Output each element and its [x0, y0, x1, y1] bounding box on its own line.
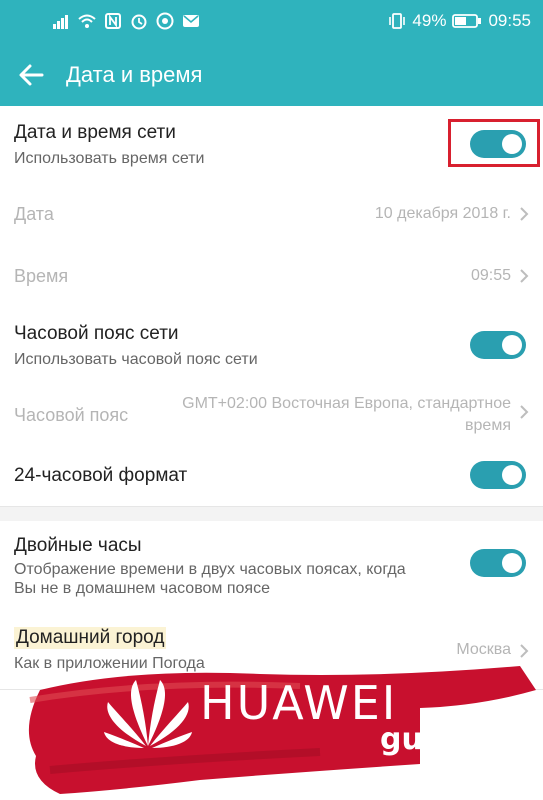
setting-title: Дата и время сети [14, 122, 176, 143]
setting-title: 24-часовой формат [14, 465, 188, 486]
status-right-icons: 49% 09:55 [388, 11, 531, 31]
time-value: 09:55 [470, 267, 511, 284]
toggle-knob [502, 553, 522, 573]
signal-icon [53, 15, 68, 29]
status-left-icons [52, 12, 200, 30]
battery-icon [452, 14, 482, 28]
setting-dual-clock[interactable]: Двойные часы Отображение времени в двух … [0, 521, 543, 614]
highlight-box [448, 119, 540, 167]
shield-icon [156, 12, 174, 30]
timezone-value-line2: время [465, 417, 511, 434]
setting-24h-format[interactable]: 24-часовой формат [0, 444, 543, 507]
app-bar: Дата и время [0, 44, 543, 106]
chevron-right-icon [520, 405, 529, 419]
page-title: Дата и время [66, 62, 203, 87]
section-divider [0, 507, 543, 521]
home-city-value: Москва [456, 641, 511, 658]
status-time: 09:55 [488, 11, 531, 30]
setting-title: Часовой пояс сети [14, 323, 179, 344]
wifi-icon [78, 14, 96, 28]
brand-name: HUAWEI [200, 676, 398, 730]
setting-title: Домашний город [14, 627, 167, 649]
setting-date: Дата 10 декабря 2018 г. [0, 184, 543, 245]
nfc-icon [105, 13, 121, 29]
back-arrow-icon[interactable] [14, 58, 48, 92]
setting-subtitle: Использовать часовой пояс сети [14, 351, 258, 368]
mail-icon [183, 15, 199, 27]
brand-sub: guide [380, 722, 475, 757]
setting-subtitle: Использовать время сети [14, 150, 205, 167]
format24-toggle[interactable] [470, 461, 526, 489]
chevron-right-icon [520, 207, 529, 221]
chevron-right-icon [520, 269, 529, 283]
toggle-knob [502, 465, 522, 485]
setting-title: Двойные часы [14, 535, 142, 556]
date-value: 10 декабря 2018 г. [374, 205, 511, 222]
battery-percent: 49% [412, 11, 447, 30]
toggle-knob [502, 335, 522, 355]
vibrate-icon [389, 13, 406, 29]
setting-time: Время 09:55 [0, 244, 543, 307]
setting-network-timezone[interactable]: Часовой пояс сети Использовать часовой п… [0, 306, 543, 383]
network-timezone-toggle[interactable] [470, 331, 526, 359]
setting-label: Дата [14, 204, 54, 224]
dual-clock-toggle[interactable] [470, 549, 526, 577]
chevron-right-icon [520, 644, 529, 658]
setting-subtitle-line1: Отображение времени в двух часовых пояса… [14, 561, 406, 578]
alarm-icon [131, 14, 147, 30]
setting-label: Часовой пояс [14, 405, 129, 425]
status-bar: 49% 09:55 [0, 0, 543, 44]
setting-subtitle-line2: Вы не в домашнем часовом поясе [14, 580, 270, 597]
timezone-value-line1: GMT+02:00 Восточная Европа, стандартное [182, 395, 511, 412]
huawei-logo-icon [104, 680, 192, 748]
setting-label: Время [14, 266, 69, 286]
setting-timezone: Часовой пояс GMT+02:00 Восточная Европа,… [0, 382, 543, 445]
